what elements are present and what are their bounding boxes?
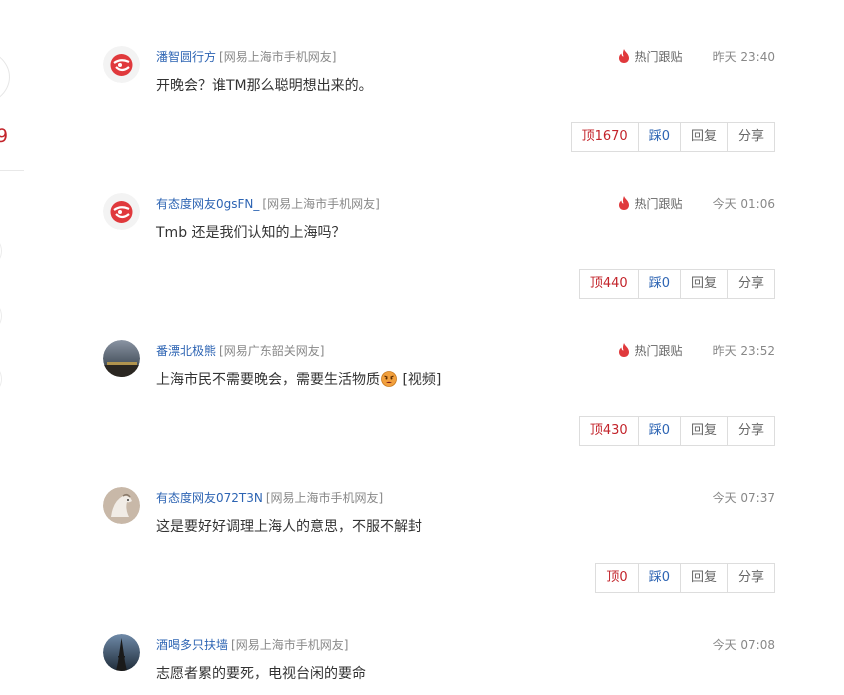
flame-icon [619, 196, 630, 210]
comment-meta: 番漂北极熊 [网易广东韶关网友] [156, 340, 324, 360]
comment-text: 开晚会？谁TM那么聪明想出来的。 [156, 78, 373, 94]
comment-meta: 有态度网友0gsFN_ [网易上海市手机网友] [156, 193, 380, 213]
netease-logo-icon [103, 193, 140, 230]
flame-icon [619, 49, 630, 63]
flame-icon [619, 343, 630, 357]
sidebar-divider [0, 170, 24, 171]
comment-actions: 顶440 踩0 回复 分享 [578, 269, 775, 299]
comment-meta: 潘智圆行方 [网易上海市手机网友] [156, 46, 336, 66]
comment-right-meta: 热门跟贴 昨天 23:52 [618, 340, 775, 360]
comment-actions: 顶430 踩0 回复 分享 [578, 416, 775, 446]
reply-button[interactable]: 回复 [681, 417, 728, 445]
comments-page: 9 潘智圆行方 [网易上海市手机网友] 热门跟贴 昨天 23:40 开晚会？谁TM… [0, 0, 844, 695]
comment-actions: 顶1670 踩0 回复 分享 [570, 122, 775, 152]
downvote-button[interactable]: 踩0 [639, 123, 681, 151]
landscape-photo-icon [103, 340, 140, 377]
avatar[interactable] [103, 193, 140, 230]
user-location: [网易上海市手机网友] [231, 638, 349, 652]
tower-photo-icon [103, 634, 140, 671]
comment-text: 上海市民不需要晚会，需要生活物质 [视频] [156, 369, 441, 391]
comment-text: 这是要好好调理上海人的意思，不服不解封 [156, 519, 422, 535]
sidebar-avatar-circle [0, 48, 10, 106]
username-link[interactable]: 潘智圆行方 [156, 50, 216, 64]
avatar[interactable] [103, 634, 140, 671]
sidebar-count: 9 [0, 125, 9, 147]
comment-right-meta: 热门跟贴 昨天 23:40 [618, 46, 775, 66]
comment-right-meta: 热门跟贴 今天 01:06 [618, 193, 775, 213]
upvote-button[interactable]: 顶1670 [572, 123, 639, 151]
comment-right-meta: 今天 07:08 [713, 634, 775, 654]
reply-button[interactable]: 回复 [681, 564, 728, 592]
share-button[interactable]: 分享 [728, 123, 774, 151]
hot-label: 热门跟贴 [618, 49, 683, 64]
comment-text-part: [视频] [398, 372, 442, 388]
comment-time: 昨天 23:40 [712, 50, 775, 64]
comment-text: Tmb 还是我们认知的上海吗？ [156, 225, 346, 241]
username-link[interactable]: 番漂北极熊 [156, 344, 216, 358]
reply-button[interactable]: 回复 [681, 123, 728, 151]
comment-right-meta: 今天 07:37 [713, 487, 775, 507]
avatar[interactable] [103, 46, 140, 83]
netease-logo-icon [103, 46, 140, 83]
share-button[interactable]: 分享 [728, 270, 774, 298]
upvote-button[interactable]: 顶0 [596, 564, 639, 592]
hot-label: 热门跟贴 [618, 343, 683, 358]
user-location: [网易广东韶关网友] [219, 344, 325, 358]
avatar[interactable] [103, 487, 140, 524]
comment-time: 今天 07:08 [712, 638, 775, 652]
share-button[interactable]: 分享 [728, 564, 774, 592]
reply-button[interactable]: 回复 [681, 270, 728, 298]
hot-label-text: 热门跟贴 [634, 50, 683, 64]
user-location: [网易上海市手机网友] [219, 50, 337, 64]
hot-label-text: 热门跟贴 [634, 197, 683, 211]
downvote-button[interactable]: 踩0 [639, 417, 681, 445]
upvote-button[interactable]: 顶430 [580, 417, 639, 445]
hot-label: 热门跟贴 [618, 196, 683, 211]
downvote-button[interactable]: 踩0 [639, 564, 681, 592]
share-button[interactable]: 分享 [728, 417, 774, 445]
username-link[interactable]: 有态度网友0gsFN_ [156, 197, 259, 211]
avatar[interactable] [103, 340, 140, 377]
user-location: [网易上海市手机网友] [265, 491, 384, 505]
comment-time: 昨天 23:52 [712, 344, 775, 358]
username-link[interactable]: 有态度网友072T3N [156, 491, 263, 505]
upvote-button[interactable]: 顶440 [580, 270, 639, 298]
comment-text-part: 上海市民不需要晚会，需要生活物质 [156, 372, 380, 388]
comment-time: 今天 07:37 [712, 491, 775, 505]
comment-text: 志愿者累的要死，电视台闲的要命 [156, 666, 366, 682]
username-link[interactable]: 酒喝多只扶墙 [156, 638, 228, 652]
sidebar-share-button[interactable] [0, 302, 2, 330]
hot-label-text: 热门跟贴 [634, 344, 683, 358]
angry-face-emoji-icon [381, 371, 397, 387]
horse-photo-icon [103, 487, 140, 524]
comment-actions: 顶0 踩0 回复 分享 [595, 563, 775, 593]
downvote-button[interactable]: 踩0 [639, 270, 681, 298]
comment-meta: 有态度网友072T3N [网易上海市手机网友] [156, 487, 383, 507]
comment-meta: 酒喝多只扶墙 [网易上海市手机网友] [156, 634, 348, 654]
sidebar-share-button[interactable] [0, 237, 2, 265]
user-location: [网易上海市手机网友] [262, 197, 380, 211]
sidebar-share-button[interactable] [0, 365, 2, 393]
comment-time: 今天 01:06 [712, 197, 775, 211]
